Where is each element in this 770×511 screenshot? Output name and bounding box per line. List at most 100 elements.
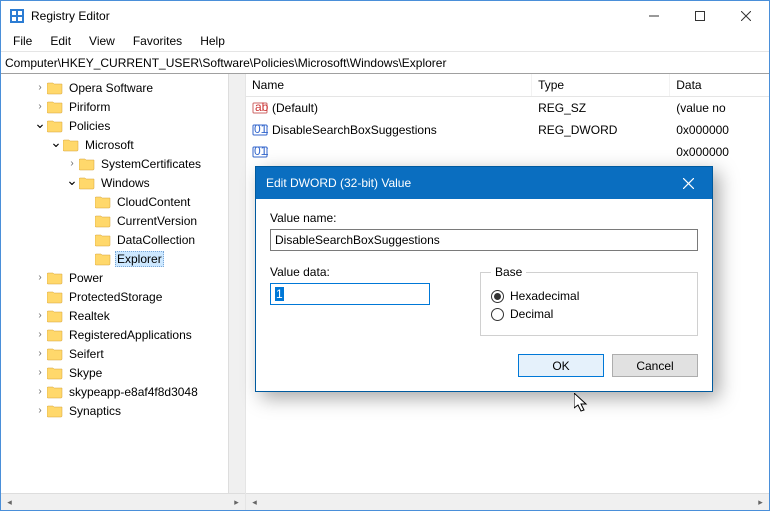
tree-item[interactable]: ›Synaptics [1,401,245,420]
column-header-type[interactable]: Type [532,74,670,96]
radio-decimal[interactable]: Decimal [491,307,687,321]
tree-item-label: Policies [67,119,112,133]
svg-text:011: 011 [254,122,268,136]
value-name: DisableSearchBoxSuggestions [272,123,437,137]
folder-icon [95,252,111,266]
dialog-title: Edit DWORD (32-bit) Value [266,176,411,190]
folder-icon [47,347,63,361]
tree-vertical-scrollbar[interactable] [228,74,245,493]
dialog-close-button[interactable] [674,169,702,197]
value-data-label: Value data: [270,265,450,279]
tree-item[interactable]: ›skypeapp-e8af4f8d3048 [1,382,245,401]
caret-closed-icon[interactable]: › [33,405,47,416]
tree-item-label: DataCollection [115,233,197,247]
column-header-data[interactable]: Data [670,74,769,96]
menu-edit[interactable]: Edit [42,32,79,50]
tree-item[interactable]: › Skype [1,363,245,382]
radio-icon [491,308,504,321]
folder-icon [47,119,63,133]
tree-item-label: Opera Software [67,81,155,95]
menu-bar: File Edit View Favorites Help [1,31,769,51]
value-data-input[interactable]: 1 [270,283,430,305]
list-row[interactable]: 0110x000000 [246,141,769,163]
tree-item[interactable]: › RegisteredApplications [1,325,245,344]
folder-icon [47,81,63,95]
radio-label-dec: Decimal [510,307,553,321]
caret-closed-icon[interactable]: › [33,329,47,340]
folder-icon [47,290,63,304]
tree-item-label: Explorer [115,251,164,267]
reg-dword-icon: 011 [252,144,268,160]
scroll-left-icon[interactable]: ◂ [1,494,18,511]
tree-item-label: SystemCertificates [99,157,203,171]
caret-closed-icon[interactable]: › [33,310,47,321]
caret-open-icon[interactable]: ⌄ [49,134,63,151]
menu-help[interactable]: Help [192,32,233,50]
dialog-title-bar[interactable]: Edit DWORD (32-bit) Value [256,167,712,199]
tree-item[interactable]: ›Realtek [1,306,245,325]
folder-icon [47,271,63,285]
caret-closed-icon[interactable]: › [33,386,47,397]
scroll-right-icon[interactable]: ▸ [228,494,245,511]
caret-closed-icon[interactable]: › [65,158,79,169]
scroll-left-icon[interactable]: ◂ [246,494,263,511]
close-button[interactable] [723,1,769,31]
svg-text:ab: ab [255,100,268,114]
tree-item[interactable]: › Opera Software [1,78,245,97]
caret-closed-icon[interactable]: › [33,272,47,283]
caret-closed-icon[interactable]: › [33,348,47,359]
list-horizontal-scrollbar[interactable]: ◂ ▸ [246,493,769,510]
caret-closed-icon[interactable]: › [33,367,47,378]
edit-dword-dialog: Edit DWORD (32-bit) Value Value name: Va… [255,166,713,392]
svg-text:011: 011 [254,144,268,158]
column-header-name[interactable]: Name [246,74,532,96]
tree-item[interactable]: DataCollection [1,230,245,249]
tree-item-label: RegisteredApplications [67,328,194,342]
tree-item[interactable]: › SystemCertificates [1,154,245,173]
menu-view[interactable]: View [81,32,123,50]
value-name-input[interactable] [270,229,698,251]
radio-icon [491,290,504,303]
value-type [532,150,670,154]
value-type: REG_DWORD [532,121,670,139]
caret-open-icon[interactable]: ⌄ [65,172,79,189]
caret-closed-icon[interactable]: › [33,101,47,112]
folder-icon [47,100,63,114]
radio-hexadecimal[interactable]: Hexadecimal [491,289,687,303]
list-row[interactable]: ab(Default)REG_SZ(value no [246,97,769,119]
folder-icon [95,195,111,209]
tree-horizontal-scrollbar[interactable]: ◂ ▸ [1,493,245,510]
tree-item[interactable]: › Seifert [1,344,245,363]
cancel-button[interactable]: Cancel [612,354,698,377]
title-bar: Registry Editor [1,1,769,31]
maximize-button[interactable] [677,1,723,31]
minimize-button[interactable] [631,1,677,31]
tree-pane[interactable]: ›Opera Software›Piriform⌄Policies⌄Micros… [1,74,246,510]
list-header: Name Type Data [246,74,769,97]
tree-item[interactable]: ›Piriform [1,97,245,116]
menu-file[interactable]: File [5,32,40,50]
tree-item[interactable]: ProtectedStorage [1,287,245,306]
tree-item[interactable]: ⌄Windows [1,173,245,192]
tree-item[interactable]: CloudContent [1,192,245,211]
tree-item[interactable]: ›Power [1,268,245,287]
ok-button[interactable]: OK [518,354,604,377]
tree-item[interactable]: ⌄ Policies [1,116,245,135]
reg-sz-icon: ab [252,100,268,116]
scroll-right-icon[interactable]: ▸ [752,494,769,511]
list-row[interactable]: 011DisableSearchBoxSuggestionsREG_DWORD0… [246,119,769,141]
folder-icon [47,328,63,342]
folder-icon [63,138,79,152]
caret-closed-icon[interactable]: › [33,82,47,93]
tree-item-label: Skype [67,366,104,380]
tree-item[interactable]: CurrentVersion [1,211,245,230]
tree-item-label: Seifert [67,347,106,361]
tree-item[interactable]: Explorer [1,249,245,268]
address-input[interactable] [5,56,765,70]
folder-icon [95,214,111,228]
menu-favorites[interactable]: Favorites [125,32,190,50]
caret-open-icon[interactable]: ⌄ [33,115,47,132]
tree-item[interactable]: ⌄Microsoft [1,135,245,154]
base-legend: Base [491,265,526,279]
value-type: REG_SZ [532,99,670,117]
